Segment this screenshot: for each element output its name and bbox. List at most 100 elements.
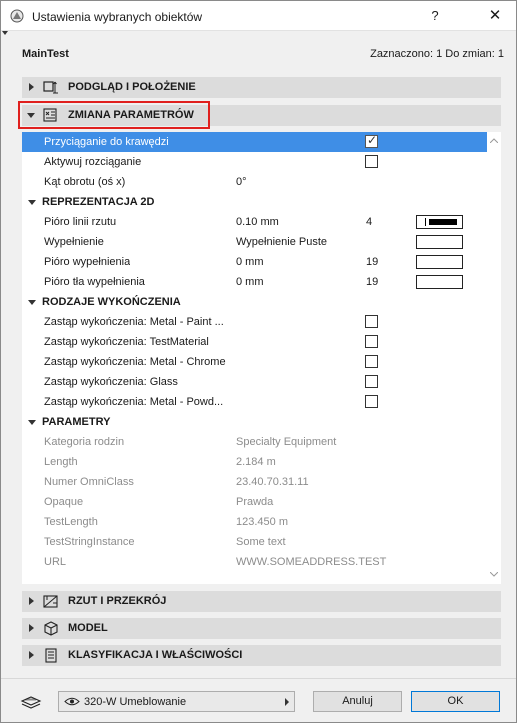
- row-label: Zastąp wykończenia: Metal - Powd...: [44, 396, 224, 408]
- row-fill-pen[interactable]: Pióro wypełnienia 0 mm 19: [22, 252, 487, 272]
- row-rotation-angle[interactable]: Kąt obrotu (oś x) 0°: [22, 172, 487, 192]
- scroll-up-icon[interactable]: [490, 138, 498, 143]
- selection-count: Zaznaczono: 1 Do zmian: 1: [370, 48, 504, 60]
- row-label: Przyciąganie do krawędzi: [44, 136, 169, 148]
- pen-number[interactable]: 19: [366, 256, 378, 268]
- row-label: Pióro tła wypełnienia: [44, 276, 145, 288]
- eye-icon: [64, 697, 80, 706]
- expand-arrow-icon: [29, 651, 34, 659]
- title-bar: Ustawienia wybranych obiektów ? ✕: [1, 1, 516, 31]
- section-floorplan-section[interactable]: RZUT I PRZEKRÓJ: [22, 591, 501, 612]
- parameters-panel: Przyciąganie do krawędzi ✓ Aktywuj rozci…: [22, 132, 501, 584]
- cancel-button[interactable]: Anuluj: [313, 691, 402, 712]
- info-bar: MainTest Zaznaczono: 1 Do zmian: 1: [22, 48, 504, 62]
- cube-icon: [44, 621, 58, 636]
- row-parameter[interactable]: Kategoria rodzin Specialty Equipment: [22, 432, 487, 452]
- finish-checkbox[interactable]: [365, 375, 378, 388]
- group-label: REPREZENTACJA 2D: [42, 196, 155, 208]
- row-value: 23.40.70.31.11: [236, 476, 309, 488]
- row-parameter[interactable]: Length 2.184 m: [22, 452, 487, 472]
- row-override-finish[interactable]: Zastąp wykończenia: Metal - Paint ...: [22, 312, 487, 332]
- row-override-finish[interactable]: Zastąp wykończenia: Metal - Chrome: [22, 352, 487, 372]
- dialog-window: Ustawienia wybranych obiektów ? ✕ MainTe…: [0, 0, 517, 723]
- row-value[interactable]: 0 mm: [236, 256, 264, 268]
- row-value: WWW.SOMEADDRESS.TEST: [236, 556, 387, 568]
- row-fill-background-pen[interactable]: Pióro tła wypełnienia 0 mm 19: [22, 272, 487, 292]
- section-model[interactable]: MODEL: [22, 618, 501, 639]
- section-preview[interactable]: PODGLĄD I POŁOŻENIE: [22, 77, 501, 98]
- row-value: 2.184 m: [236, 456, 276, 468]
- finish-checkbox[interactable]: [365, 335, 378, 348]
- row-override-finish[interactable]: Zastąp wykończenia: TestMaterial: [22, 332, 487, 352]
- fill-swatch[interactable]: [416, 235, 463, 249]
- row-value: Some text: [236, 536, 286, 548]
- row-label: Opaque: [44, 496, 84, 508]
- group-label: RODZAJE WYKOŃCZENIA: [42, 296, 181, 308]
- element-name: MainTest: [22, 48, 69, 60]
- layer-select[interactable]: 320-W Umeblowanie: [58, 691, 295, 712]
- section-label: MODEL: [68, 622, 108, 634]
- ok-button[interactable]: OK: [411, 691, 500, 712]
- scroll-down-icon[interactable]: [490, 572, 498, 577]
- collapse-arrow-icon: [28, 200, 36, 205]
- row-override-finish[interactable]: Zastąp wykończenia: Metal - Powd...: [22, 392, 487, 412]
- expand-arrow-icon: [29, 624, 34, 632]
- row-label: Aktywuj rozciąganie: [44, 156, 142, 168]
- pen-swatch[interactable]: [416, 215, 463, 229]
- row-value[interactable]: Wypełnienie Puste: [236, 236, 327, 248]
- pen-swatch[interactable]: [416, 255, 463, 269]
- finish-checkbox[interactable]: [365, 315, 378, 328]
- row-override-finish[interactable]: Zastąp wykończenia: Glass: [22, 372, 487, 392]
- snap-checkbox[interactable]: ✓: [365, 133, 378, 148]
- pen-swatch[interactable]: [416, 275, 463, 289]
- expand-arrow-icon: [29, 83, 34, 91]
- vertical-scrollbar[interactable]: [488, 134, 500, 584]
- row-snap-to-edge[interactable]: Przyciąganie do krawędzi ✓: [22, 132, 487, 152]
- pen-number[interactable]: 19: [366, 276, 378, 288]
- layers-icon: [20, 696, 42, 709]
- row-parameter[interactable]: Opaque Prawda: [22, 492, 487, 512]
- floorplan-icon: [43, 595, 58, 608]
- divider: [1, 678, 516, 679]
- close-button[interactable]: ✕: [485, 7, 505, 25]
- row-label: Zastąp wykończenia: Metal - Paint ...: [44, 316, 224, 328]
- section-label: KLASYFIKACJA I WŁAŚCIWOŚCI: [68, 649, 243, 661]
- group-2d-representation[interactable]: REPREZENTACJA 2D: [22, 192, 487, 212]
- row-activate-stretch[interactable]: Aktywuj rozciąganie: [22, 152, 487, 172]
- row-parameter[interactable]: URL WWW.SOMEADDRESS.TEST: [22, 552, 487, 572]
- section-classification[interactable]: KLASYFIKACJA I WŁAŚCIWOŚCI: [22, 645, 501, 666]
- group-label: PARAMETRY: [42, 416, 111, 428]
- row-label: Pióro wypełnienia: [44, 256, 131, 268]
- layer-name: 320-W Umeblowanie: [84, 696, 187, 708]
- finish-checkbox[interactable]: [365, 355, 378, 368]
- stretch-checkbox[interactable]: [365, 155, 378, 168]
- row-fill[interactable]: Wypełnienie Wypełnienie Puste: [22, 232, 487, 252]
- row-plan-line-pen[interactable]: Pióro linii rzutu 0.10 mm 4: [22, 212, 487, 232]
- row-value[interactable]: 0 mm: [236, 276, 264, 288]
- group-parameters[interactable]: PARAMETRY: [22, 412, 487, 432]
- group-finishes[interactable]: RODZAJE WYKOŃCZENIA: [22, 292, 487, 312]
- row-parameter[interactable]: TestLength 123.450 m: [22, 512, 487, 532]
- row-value: 123.450 m: [236, 516, 288, 528]
- row-label: Pióro linii rzutu: [44, 216, 117, 228]
- row-label: Numer OmniClass: [44, 476, 134, 488]
- section-label: RZUT I PRZEKRÓJ: [68, 595, 167, 607]
- collapse-arrow-icon: [28, 300, 36, 305]
- pen-number[interactable]: 4: [366, 216, 372, 228]
- row-value: Specialty Equipment: [236, 436, 337, 448]
- row-parameter[interactable]: Numer OmniClass 23.40.70.31.11: [22, 472, 487, 492]
- row-label: URL: [44, 556, 67, 568]
- highlight-box: [18, 101, 210, 129]
- finish-checkbox[interactable]: [365, 395, 378, 408]
- document-list-icon: [45, 648, 57, 663]
- preview-position-icon: [43, 81, 58, 94]
- row-value[interactable]: 0.10 mm: [236, 216, 279, 228]
- row-label: Zastąp wykończenia: TestMaterial: [44, 336, 209, 348]
- section-label: PODGLĄD I POŁOŻENIE: [68, 81, 196, 93]
- help-button[interactable]: ?: [425, 7, 445, 25]
- window-title: Ustawienia wybranych obiektów: [32, 10, 203, 24]
- row-value[interactable]: 0°: [236, 176, 247, 188]
- row-parameter[interactable]: TestStringInstance Some text: [22, 532, 487, 552]
- row-label: Kategoria rodzin: [44, 436, 125, 448]
- check-icon: ✓: [367, 133, 378, 147]
